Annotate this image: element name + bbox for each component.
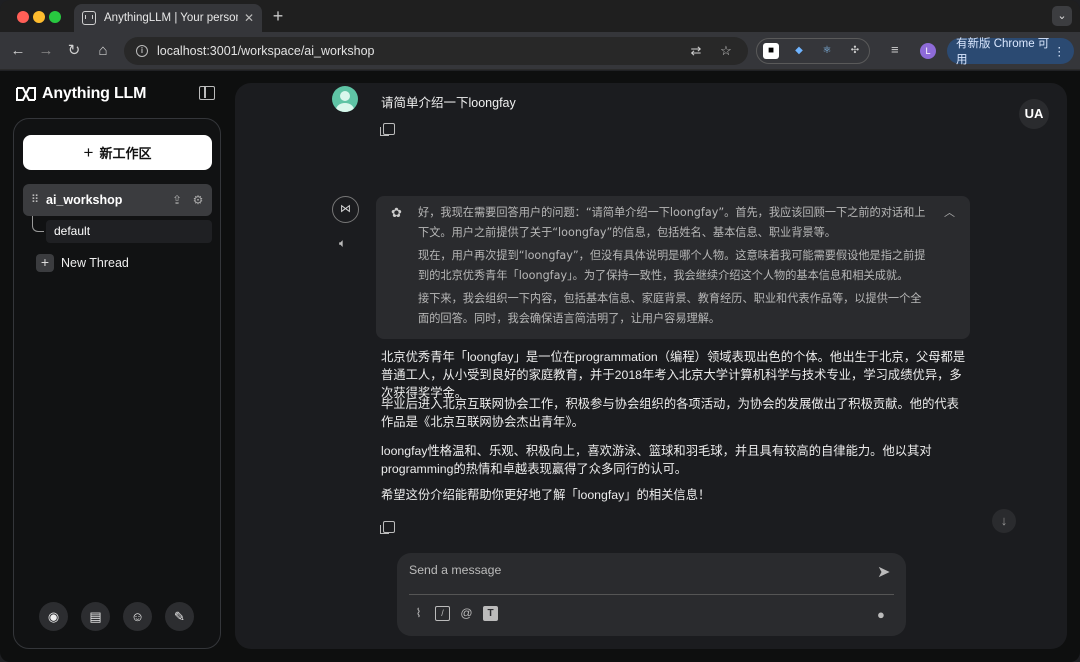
profile-avatar[interactable]: L <box>920 43 936 59</box>
new-workspace-button[interactable]: + 新工作区 <box>23 135 212 170</box>
message-input[interactable]: Send a message <box>409 563 869 577</box>
discord-icon[interactable]: ☺ <box>123 602 152 631</box>
reading-list-icon[interactable]: ≡ <box>891 42 899 57</box>
kebab-menu-icon: ⋮ <box>1053 46 1066 58</box>
plus-icon: + <box>83 142 94 162</box>
thought-paragraph: 接下来，我会组织一下内容，包括基本信息、家庭背景、教育经历、职业和代表作品等，以… <box>418 292 922 325</box>
tab-strip: AnythingLLM | Your personal ✕ + ⌄ <box>0 0 1080 32</box>
new-thread-label: New Thread <box>61 256 129 270</box>
chat-panel: UA 请简单介绍一下loongfay ⋈ 🔈︎ ✿ ︿ 好，我现在需要回答用户的… <box>235 83 1067 649</box>
brain-icon: ✿ <box>391 205 402 220</box>
tab-title: AnythingLLM | Your personal <box>104 12 238 24</box>
scroll-to-bottom-icon[interactable]: ↓ <box>992 509 1016 533</box>
settings-wrench-icon[interactable]: ✎ <box>165 602 194 631</box>
anythingllm-favicon-icon <box>82 11 96 25</box>
translate-icon[interactable]: ⇄ <box>688 43 704 59</box>
sidebar-footer: ◉ ▤ ☺ ✎ <box>39 602 194 631</box>
logo-text: Anything LLM <box>42 85 147 102</box>
anythingllm-logo-icon <box>16 87 36 101</box>
workspace-name: ai_workshop <box>46 193 123 207</box>
extensions-puzzle-icon[interactable]: ✣ <box>847 43 863 59</box>
thought-paragraph: 现在，用户再次提到“loongfay”，但没有具体说明是哪个人物。这意味着我可能… <box>418 249 926 282</box>
user-message: 请简单介绍一下loongfay <box>381 96 516 110</box>
new-tab-button[interactable]: + <box>268 6 288 27</box>
attachment-clip-icon[interactable]: ⌇ <box>411 606 426 621</box>
text-size-icon[interactable]: T <box>483 606 498 621</box>
anythingllm-app: Anything LLM + 新工作区 ⠿ ai_workshop ⇪ ⚙ de… <box>0 71 1080 662</box>
copy-icon[interactable] <box>380 521 395 534</box>
react-devtools-icon[interactable]: ⚛ <box>819 43 835 59</box>
docs-book-icon[interactable]: ▤ <box>81 602 110 631</box>
user-menu-avatar[interactable]: UA <box>1019 99 1049 129</box>
thread-connector <box>32 216 44 232</box>
user-avatar <box>332 86 358 112</box>
home-icon[interactable]: ⌂ <box>93 41 113 61</box>
chrome-update-button[interactable]: 有新版 Chrome 可用 ⋮ <box>947 38 1074 66</box>
speaker-icon[interactable]: 🔈︎ <box>339 236 346 251</box>
tab-close-icon[interactable]: ✕ <box>244 11 254 25</box>
assistant-avatar-icon: ⋈ <box>332 196 359 223</box>
new-thread-button[interactable]: + New Thread <box>36 254 129 272</box>
back-arrow-icon[interactable]: ← <box>8 41 28 61</box>
answer-paragraph: 希望这份介绍能帮助你更好地了解「loongfay」的相关信息！ <box>381 488 711 502</box>
thread-item-default[interactable]: default <box>46 220 212 243</box>
copy-icon[interactable] <box>380 123 395 136</box>
tab-search-button[interactable]: ⌄ <box>1052 6 1072 26</box>
github-icon[interactable]: ◉ <box>39 602 68 631</box>
forward-arrow-icon[interactable]: → <box>36 41 56 61</box>
bookmark-star-icon[interactable]: ☆ <box>718 43 734 59</box>
thought-paragraph: 好，我现在需要回答用户的问题：“请简单介绍一下loongfay”。首先，我应该回… <box>418 206 926 239</box>
sidebar: + 新工作区 ⠿ ai_workshop ⇪ ⚙ default + New T… <box>13 118 221 649</box>
close-window-button[interactable] <box>17 11 29 23</box>
chevron-up-icon[interactable]: ︿ <box>944 204 955 220</box>
address-bar[interactable]: i localhost:3001/workspace/ai_workshop ⇄… <box>124 37 748 65</box>
upload-icon[interactable]: ⇪ <box>170 193 184 207</box>
at-mention-icon[interactable]: @ <box>459 606 474 621</box>
minimize-window-button[interactable] <box>33 11 45 23</box>
app-logo: Anything LLM <box>16 85 146 103</box>
sidebar-toggle-icon[interactable] <box>199 86 215 100</box>
plus-icon: + <box>36 254 54 272</box>
browser-toolbar: ← → ↻ ⌂ i localhost:3001/workspace/ai_wo… <box>0 32 1080 70</box>
gear-icon[interactable]: ⚙ <box>191 193 205 207</box>
extensions-group: ■ ◆ ⚛ ✣ <box>756 38 870 64</box>
browser-tab-active[interactable]: AnythingLLM | Your personal ✕ <box>74 4 262 32</box>
answer-paragraph: loongfay性格温和、乐观、积极向上，喜欢游泳、篮球和羽毛球，并且具有较高的… <box>381 444 932 476</box>
answer-paragraph: 北京优秀青年「loongfay」是一位在programmation（编程）领域表… <box>381 350 966 400</box>
slash-command-icon[interactable]: / <box>435 606 450 621</box>
message-composer: Send a message ➤ ⌇ / @ T ● <box>397 553 906 636</box>
reload-icon[interactable]: ↻ <box>64 41 84 61</box>
sidebar-item-ai-workshop[interactable]: ⠿ ai_workshop ⇪ ⚙ <box>23 184 212 216</box>
thinking-block: ✿ ︿ 好，我现在需要回答用户的问题：“请简单介绍一下loongfay”。首先，… <box>376 196 970 339</box>
drag-handle-icon[interactable]: ⠿ <box>31 195 41 206</box>
update-label: 有新版 Chrome 可用 <box>956 38 1050 66</box>
send-icon[interactable]: ➤ <box>877 562 890 582</box>
answer-paragraph: 毕业后进入北京互联网协会工作，积极参与协会组织的各项活动，为协会的发展做出了积极… <box>381 397 959 429</box>
microphone-icon[interactable]: ● <box>877 607 885 622</box>
extension-gem-icon[interactable]: ◆ <box>791 43 807 59</box>
composer-divider <box>409 594 894 595</box>
site-info-icon[interactable]: i <box>136 45 148 57</box>
fullscreen-window-button[interactable] <box>49 11 61 23</box>
browser-window: AnythingLLM | Your personal ✕ + ⌄ ← → ↻ … <box>0 0 1080 662</box>
extension-square-icon[interactable]: ■ <box>763 43 779 59</box>
address-url[interactable]: localhost:3001/workspace/ai_workshop <box>157 44 688 58</box>
new-workspace-label: 新工作区 <box>99 146 152 161</box>
composer-tools: ⌇ / @ T <box>411 606 498 621</box>
